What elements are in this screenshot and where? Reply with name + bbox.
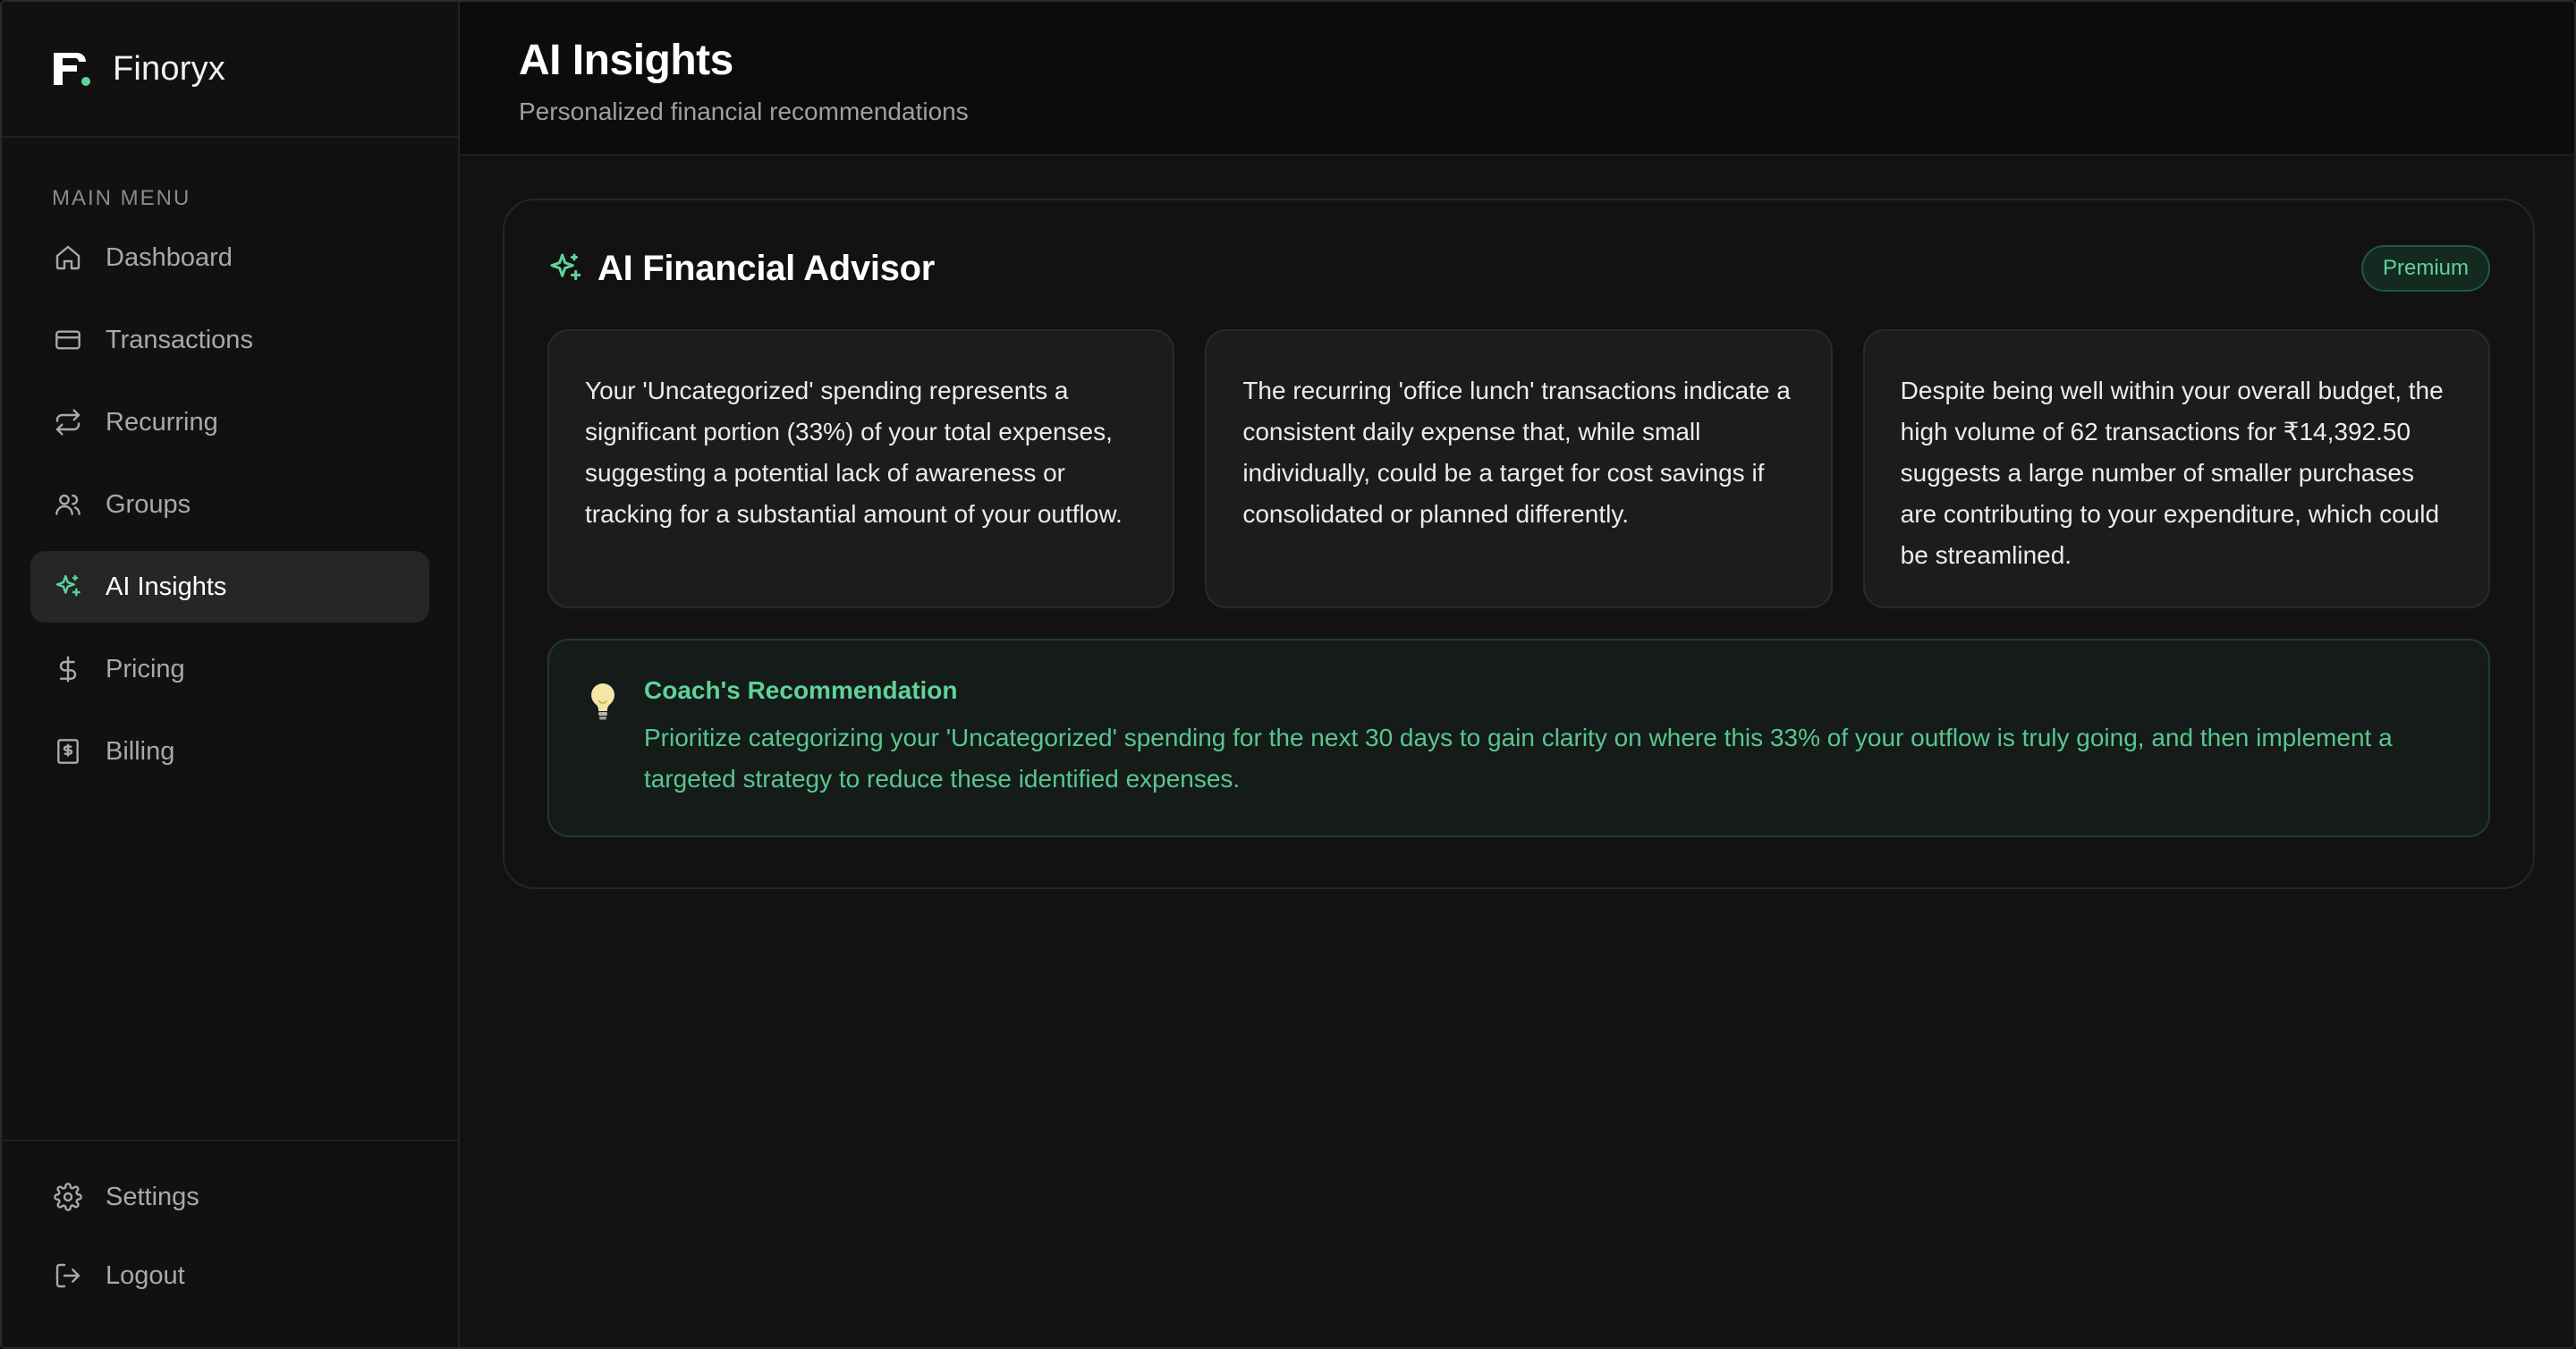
sidebar-item-label: Pricing — [106, 654, 185, 683]
gear-icon — [54, 1183, 82, 1211]
page-subtitle: Personalized financial recommendations — [519, 98, 969, 125]
sidebar: Finoryx MAIN MENU Dashboard Transactions — [2, 2, 460, 1347]
insight-card: The recurring 'office lunch' transaction… — [1205, 329, 1833, 608]
sidebar-item-logout[interactable]: Logout — [30, 1240, 429, 1311]
sidebar-item-label: Dashboard — [106, 242, 233, 272]
main-menu-heading: MAIN MENU — [52, 186, 191, 210]
insight-card: Your 'Uncategorized' spending represents… — [547, 329, 1175, 608]
sidebar-item-ai-insights[interactable]: AI Insights — [30, 551, 429, 623]
coach-content: Coach's Recommendation Prioritize catego… — [644, 676, 2445, 836]
sparkles-icon — [54, 573, 82, 601]
sidebar-footer: Settings Logout — [2, 1140, 458, 1347]
brand[interactable]: Finoryx — [2, 2, 458, 138]
sidebar-item-groups[interactable]: Groups — [30, 469, 429, 540]
app-window: Finoryx MAIN MENU Dashboard Transactions — [0, 0, 2576, 1349]
insight-cards: Your 'Uncategorized' spending represents… — [547, 329, 2490, 608]
sparkles-icon — [547, 250, 583, 286]
main-nav: Dashboard Transactions Recurring Groups — [2, 222, 458, 798]
panel-header: AI Financial Advisor — [547, 245, 2490, 292]
sidebar-item-label: Billing — [106, 736, 175, 766]
sidebar-item-label: Recurring — [106, 407, 218, 437]
insight-card: Despite being well within your overall b… — [1862, 329, 2490, 608]
main-content: AI Insights Personalized financial recom… — [460, 2, 2574, 1347]
dollar-icon — [54, 655, 82, 683]
brand-name: Finoryx — [113, 49, 225, 88]
sidebar-item-label: Transactions — [106, 325, 253, 354]
sidebar-item-recurring[interactable]: Recurring — [30, 386, 429, 458]
sidebar-item-transactions[interactable]: Transactions — [30, 304, 429, 376]
coach-title: Coach's Recommendation — [644, 676, 958, 704]
credit-card-icon — [54, 326, 82, 354]
sidebar-item-billing[interactable]: Billing — [30, 716, 429, 787]
ai-advisor-panel: AI Financial Advisor Premium Your 'Uncat… — [503, 199, 2535, 889]
sidebar-item-dashboard[interactable]: Dashboard — [30, 222, 429, 293]
coach-recommendation: Coach's Recommendation Prioritize catego… — [547, 639, 2490, 837]
finoryx-logo-icon — [50, 47, 93, 90]
home-icon — [54, 243, 82, 272]
sidebar-item-pricing[interactable]: Pricing — [30, 633, 429, 705]
repeat-icon — [54, 408, 82, 437]
users-icon — [54, 490, 82, 519]
sidebar-item-label: Groups — [106, 489, 191, 519]
sidebar-item-label: AI Insights — [106, 572, 227, 601]
receipt-icon — [54, 737, 82, 766]
panel-title: AI Financial Advisor — [597, 248, 936, 288]
page-title: AI Insights — [519, 37, 733, 84]
sidebar-item-settings[interactable]: Settings — [30, 1161, 429, 1233]
page-header: AI Insights Personalized financial recom… — [460, 2, 2574, 156]
coach-text: Prioritize categorizing your 'Uncategori… — [644, 724, 2393, 793]
sidebar-item-label: Logout — [106, 1260, 185, 1290]
logout-icon — [54, 1261, 82, 1290]
lightbulb-icon — [585, 680, 621, 723]
sidebar-item-label: Settings — [106, 1182, 199, 1211]
premium-badge: Premium — [2360, 245, 2490, 292]
